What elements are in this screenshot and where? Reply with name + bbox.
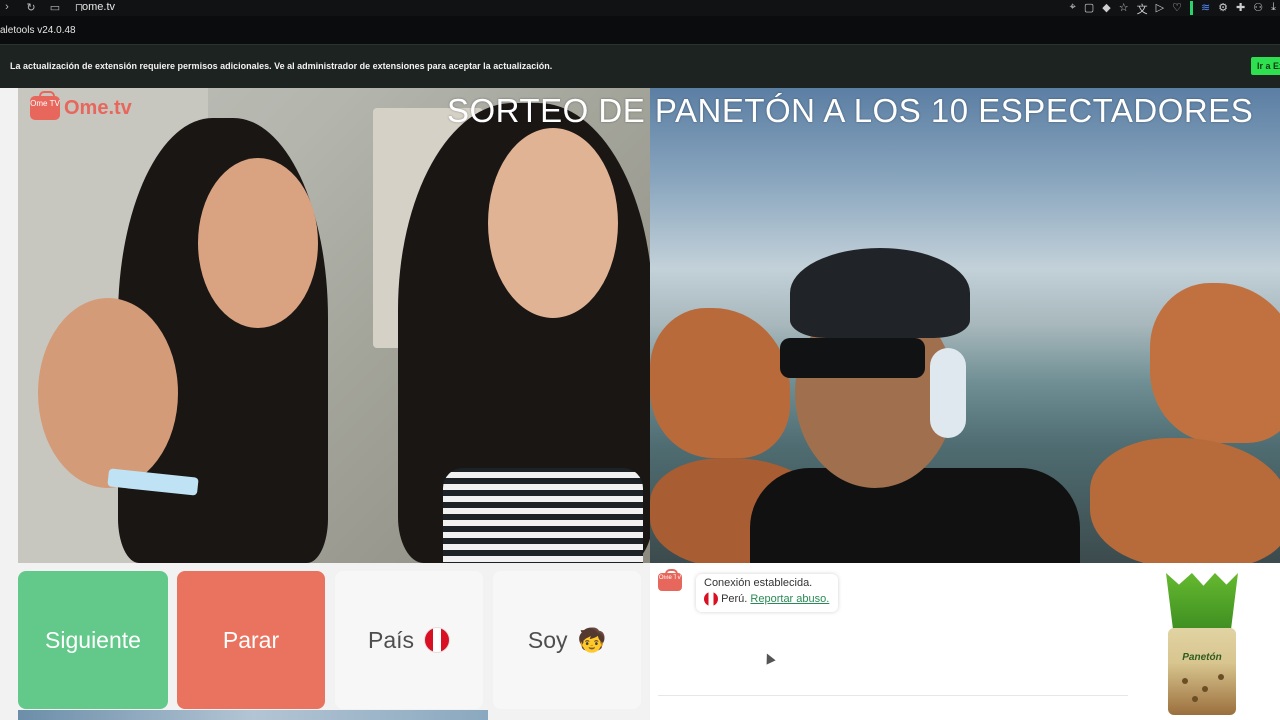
next-label: Siguiente xyxy=(45,626,141,653)
puzzle-icon[interactable]: ✚ xyxy=(1236,1,1245,17)
headphones xyxy=(930,348,966,438)
country-line: Perú. Reportar abuso. xyxy=(704,592,830,606)
raisin xyxy=(1192,696,1198,702)
paneton-product-image: Panetón xyxy=(1166,573,1238,715)
rock-right xyxy=(1150,283,1280,443)
self-video xyxy=(650,88,1280,563)
raisin xyxy=(1202,686,1208,692)
country-name: Perú. xyxy=(721,592,748,605)
screenshot-icon[interactable]: ▢ xyxy=(1084,1,1094,17)
cap xyxy=(790,248,970,338)
paneton-bag: Panetón xyxy=(1168,628,1236,715)
stop-label: Parar xyxy=(222,626,280,653)
camera-icon[interactable]: ▭ xyxy=(48,1,62,14)
paneton-label: Panetón xyxy=(1182,652,1222,663)
next-button[interactable]: Siguiente xyxy=(18,571,168,709)
boy-icon: 🧒 xyxy=(577,626,607,653)
connection-status: Conexión establecida. xyxy=(704,577,813,589)
gender-button[interactable]: Soy 🧒 xyxy=(493,571,641,709)
ometv-app: Ome TV Ome.tv SORTEO DE PANETÓN A LOS 10… xyxy=(0,88,1280,720)
giveaway-title: SORTEO DE PANETÓN A LOS 10 ESPECTADORES xyxy=(447,92,1254,129)
shield-icon[interactable]: ◆ xyxy=(1102,1,1110,17)
raisin xyxy=(1182,678,1188,684)
star-icon[interactable]: ☆ xyxy=(1119,1,1129,17)
chat-input[interactable] xyxy=(658,695,1128,696)
extension-notice: La actualización de extensión requiere p… xyxy=(0,44,1280,88)
gender-label: Soy xyxy=(527,626,568,653)
extension-strip: aletools v24.0.48 xyxy=(0,16,1280,44)
tv-logo-icon: Ome TV xyxy=(658,569,682,591)
notice-message: La actualización de extensión requiere p… xyxy=(10,61,553,71)
person-left-face xyxy=(198,158,318,328)
country-button[interactable]: País xyxy=(335,571,483,709)
sunglasses xyxy=(780,338,925,378)
extensions-icon[interactable]: ⚙ xyxy=(1218,1,1228,17)
rock-left xyxy=(650,308,790,458)
chat-logo: Ome TV xyxy=(658,569,682,591)
chat-panel: Ome TV Conexión establecida. Perú. Repor… xyxy=(650,563,1280,720)
translate-icon[interactable]: 文 xyxy=(1137,1,1148,17)
divider-bar xyxy=(1189,1,1193,15)
stranger-video: Ome TV Ome.tv xyxy=(18,88,650,563)
reload-icon[interactable]: ↻ xyxy=(24,1,38,14)
person-left-arm xyxy=(38,298,178,488)
system-message: Conexión establecida. Perú. Reportar abu… xyxy=(696,574,838,612)
mouse-cursor-icon xyxy=(762,651,776,665)
peru-flag-icon xyxy=(424,627,451,653)
go-to-extensions-button[interactable]: Ir a Ex xyxy=(1251,57,1280,75)
striped-shirt xyxy=(443,468,643,563)
download-icon[interactable]: ⤓ xyxy=(1271,1,1276,17)
extension-name: aletools v24.0.48 xyxy=(0,25,76,36)
report-abuse-link[interactable]: Reportar abuso. xyxy=(750,593,829,605)
country-label: País xyxy=(367,626,415,653)
profile-icon[interactable]: ⚇ xyxy=(1253,1,1263,17)
ometv-logo: Ome TV Ome.tv xyxy=(30,91,132,120)
browser-tools: ⌖ ▢ ◆ ☆ 文 ▷ ♡ ≋ ⚙ ✚ ⚇ ⤓ xyxy=(1070,1,1276,17)
person-shirt xyxy=(750,468,1080,563)
address-bar[interactable]: ome.tv xyxy=(82,1,115,13)
pin-icon[interactable]: ⌖ xyxy=(1070,1,1076,17)
peru-flag-icon xyxy=(704,592,718,606)
person-right-face xyxy=(488,128,618,318)
rock-bottom-right xyxy=(1090,438,1280,563)
raisin xyxy=(1218,674,1224,680)
bottom-video-strip xyxy=(18,710,488,720)
back-icon[interactable]: › xyxy=(0,1,14,14)
heart-icon[interactable]: ♡ xyxy=(1172,1,1182,17)
tv-logo-icon: Ome TV xyxy=(30,91,60,120)
browser-toolbar: › ↻ ▭ ⊓ ome.tv ⌖ ▢ ◆ ☆ 文 ▷ ♡ ≋ ⚙ ✚ ⚇ ⤓ xyxy=(0,0,1280,16)
paneton-bag-top xyxy=(1166,573,1238,631)
logo-text: Ome.tv xyxy=(64,96,132,119)
audio-icon[interactable]: ≋ xyxy=(1201,1,1210,17)
stop-button[interactable]: Parar xyxy=(177,571,325,709)
play-icon[interactable]: ▷ xyxy=(1156,1,1164,17)
browser-nav: › ↻ ▭ ⊓ xyxy=(0,1,86,14)
